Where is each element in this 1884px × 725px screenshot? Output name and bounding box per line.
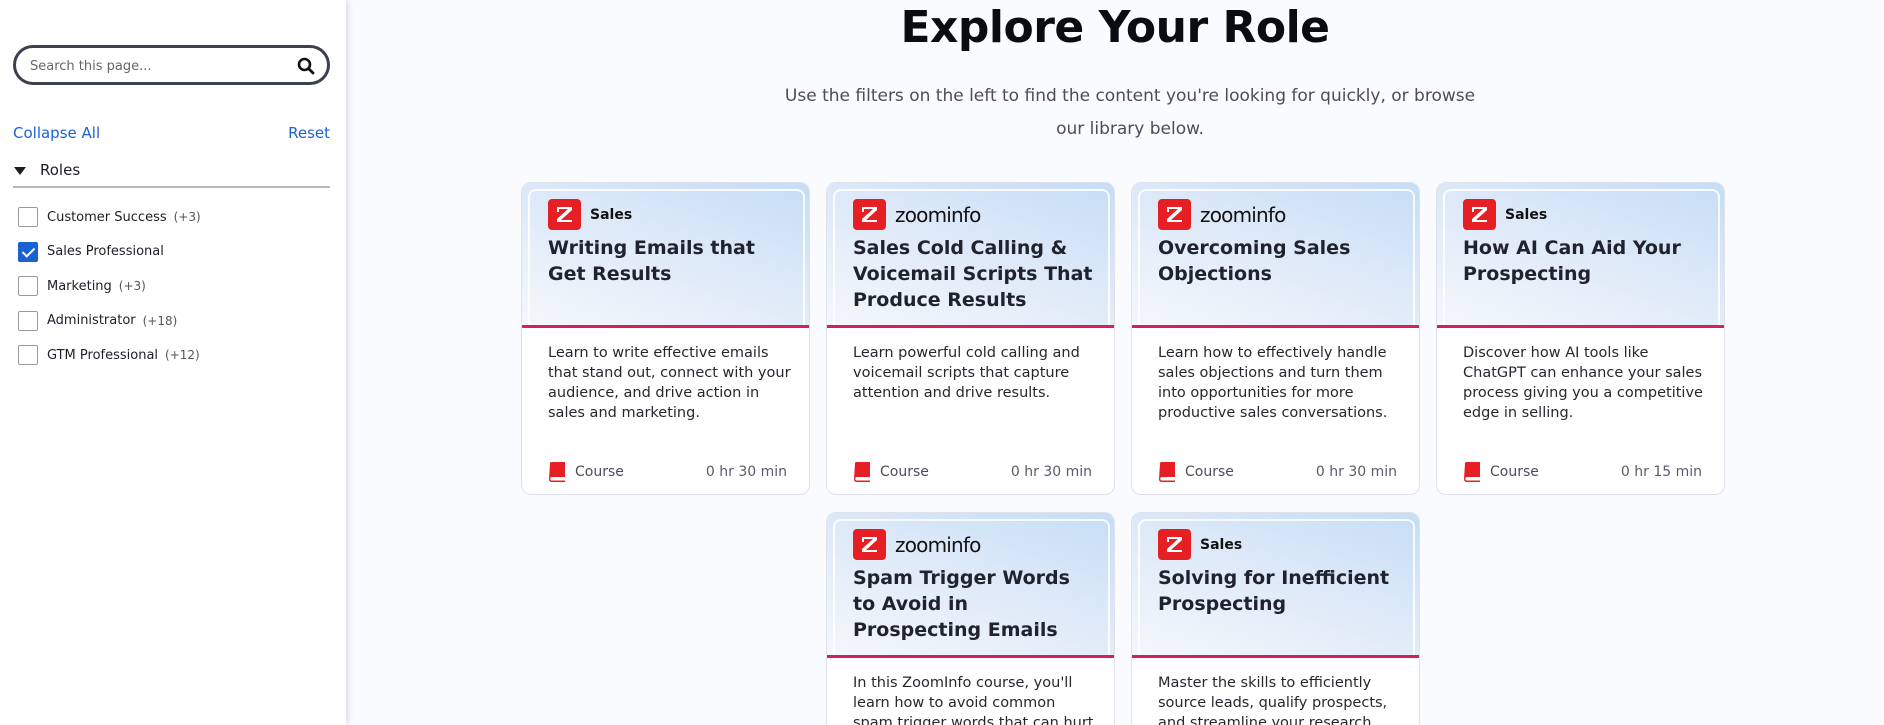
card-description: Discover how AI tools like ChatGPT can e… [1463, 345, 1703, 421]
card-brand: zoominfo [1200, 202, 1286, 227]
card-title[interactable]: Solving for Inefficient Prospecting [1158, 565, 1403, 617]
card-description: Master the skills to efficiently source … [1158, 675, 1388, 725]
card-header: Sales Solving for Inefficient Prospectin… [1132, 513, 1419, 658]
course-card[interactable]: zoominfo Sales Cold Calling & Voicemail … [826, 182, 1115, 495]
card-type: Course [1185, 464, 1234, 480]
card-brand: Sales [1505, 206, 1548, 223]
filter-marketing[interactable]: Marketing (+3) [18, 269, 328, 304]
card-duration: 0 hr 30 min [1315, 464, 1397, 480]
card-duration: 0 hr 30 min [705, 464, 787, 480]
filter-sidebar: Collapse All Reset Roles Customer Succes… [0, 0, 346, 725]
card-header: zoominfo Sales Cold Calling & Voicemail … [827, 183, 1114, 328]
card-duration: 0 hr 15 min [1620, 464, 1702, 480]
card-brand: zoominfo [895, 202, 981, 227]
card-footer: Course 0 hr 30 min [853, 460, 1092, 484]
card-header: zoominfo Overcoming Sales Objections [1132, 183, 1419, 328]
book-icon [1464, 462, 1480, 482]
card-title[interactable]: Overcoming Sales Objections [1158, 235, 1403, 287]
search-input[interactable] [30, 56, 290, 76]
filter-count: (+12) [165, 348, 200, 363]
filter-actions: Collapse All Reset [13, 124, 330, 146]
book-icon [549, 462, 565, 482]
checkbox[interactable] [18, 345, 38, 366]
roles-filter-list: Customer Success (+3) Sales Professional… [18, 200, 328, 373]
filter-count: (+18) [142, 313, 178, 328]
main-content: Explore Your Role Use the filters on the… [346, 0, 1884, 725]
checkbox[interactable] [18, 241, 38, 262]
book-icon [854, 462, 870, 482]
filter-customer-success[interactable]: Customer Success (+3) [18, 200, 328, 235]
card-type: Course [575, 464, 624, 480]
course-card[interactable]: zoominfo Spam Trigger Words to Avoid in … [826, 512, 1115, 725]
card-duration: 0 hr 30 min [1010, 464, 1092, 480]
filter-administrator[interactable]: Administrator (+18) [18, 304, 328, 339]
card-footer: Course 0 hr 15 min [1463, 460, 1702, 484]
card-type: Course [880, 464, 929, 480]
search-icon[interactable] [296, 56, 316, 76]
card-header: Sales Writing Emails that Get Results [522, 183, 809, 328]
card-badge: zoominfo [853, 529, 981, 560]
card-badge: Sales [548, 199, 632, 230]
card-title[interactable]: Sales Cold Calling & Voicemail Scripts T… [853, 235, 1098, 313]
course-card[interactable]: Sales How AI Can Aid Your Prospecting Di… [1436, 182, 1725, 495]
checkbox[interactable] [18, 276, 38, 297]
filter-count: (+3) [173, 210, 201, 225]
filter-sales-professional[interactable]: Sales Professional [18, 235, 328, 270]
card-badge: zoominfo [853, 199, 981, 230]
card-description: Learn how to effectively handle sales ob… [1158, 345, 1388, 421]
zoominfo-z-logo-icon [1463, 199, 1496, 230]
card-badge: Sales [1463, 199, 1547, 230]
course-card[interactable]: zoominfo Overcoming Sales Objections Lea… [1131, 182, 1420, 495]
card-header: zoominfo Spam Trigger Words to Avoid in … [827, 513, 1114, 658]
checkbox[interactable] [18, 310, 38, 331]
filter-label: GTM Professional [47, 347, 159, 363]
filter-label: Administrator [47, 313, 136, 329]
card-brand: Sales [590, 206, 633, 223]
checkbox[interactable] [18, 207, 38, 228]
card-description: Learn to write effective emails that sta… [548, 345, 791, 421]
card-header: Sales How AI Can Aid Your Prospecting [1437, 183, 1724, 328]
zoominfo-z-logo-icon [548, 199, 581, 230]
page-title: Explore Your Role [900, 2, 1330, 53]
course-card[interactable]: Sales Writing Emails that Get Results Le… [521, 182, 810, 495]
roles-title: Roles [40, 161, 81, 179]
caret-down-icon[interactable] [14, 167, 26, 175]
card-type: Course [1490, 464, 1539, 480]
card-badge: Sales [1158, 529, 1242, 560]
filter-gtm-professional[interactable]: GTM Professional (+12) [18, 338, 328, 373]
card-badge: zoominfo [1158, 199, 1286, 230]
book-icon [1159, 462, 1175, 482]
card-brand: Sales [1200, 536, 1243, 553]
search-box[interactable] [13, 45, 330, 85]
card-title[interactable]: How AI Can Aid Your Prospecting [1463, 235, 1708, 287]
zoominfo-z-logo-icon [1158, 199, 1191, 230]
roles-accordion-header[interactable]: Roles [13, 160, 330, 188]
course-card[interactable]: Sales Solving for Inefficient Prospectin… [1131, 512, 1420, 725]
collapse-all-link[interactable]: Collapse All [13, 124, 100, 142]
card-footer: Course 0 hr 30 min [548, 460, 787, 484]
reset-link[interactable]: Reset [288, 124, 330, 142]
card-description: Learn powerful cold calling and voicemai… [853, 345, 1080, 401]
zoominfo-z-logo-icon [853, 529, 886, 560]
zoominfo-z-logo-icon [853, 199, 886, 230]
filter-label: Customer Success [47, 209, 167, 225]
page-subtitle: Use the filters on the left to find the … [784, 86, 1476, 139]
card-brand: zoominfo [895, 532, 981, 557]
zoominfo-z-logo-icon [1158, 529, 1191, 560]
filter-label: Marketing [47, 278, 112, 294]
card-footer: Course 0 hr 30 min [1158, 460, 1397, 484]
filter-count: (+3) [118, 279, 146, 294]
card-title[interactable]: Writing Emails that Get Results [548, 235, 793, 287]
card-description: In this ZoomInfo course, you'll learn ho… [853, 675, 1094, 725]
card-title[interactable]: Spam Trigger Words to Avoid in Prospecti… [853, 565, 1098, 643]
filter-label: Sales Professional [47, 244, 164, 260]
